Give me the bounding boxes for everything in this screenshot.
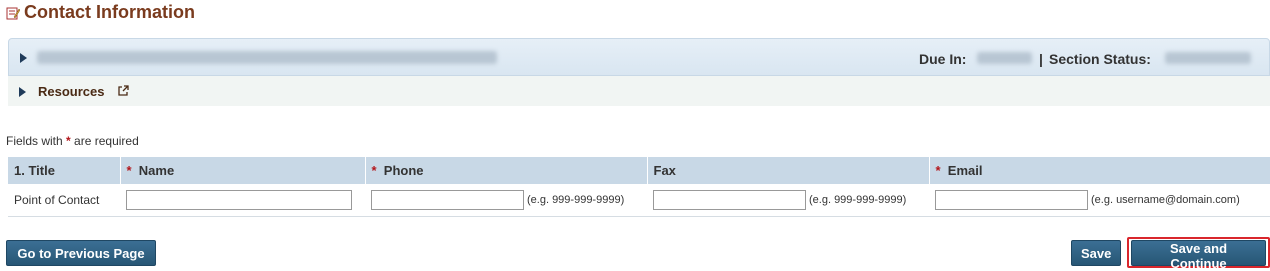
email-hint: (e.g. username@domain.com) xyxy=(1091,193,1240,206)
section-status-label: Section Status: xyxy=(1049,51,1151,67)
column-header-fax: Fax xyxy=(647,157,930,184)
fax-cell: (e.g. 999-999-9999) xyxy=(647,184,929,217)
redacted-organization-name xyxy=(37,51,497,64)
page-title: Contact Information xyxy=(6,2,195,23)
organization-info-bar[interactable]: Due In: | Section Status: xyxy=(8,38,1270,76)
page-title-text: Contact Information xyxy=(24,2,195,22)
fax-hint: (e.g. 999-999-9999) xyxy=(809,193,907,206)
column-header-label: 1. Title xyxy=(14,163,55,178)
column-header-label: Email xyxy=(947,163,983,178)
email-cell: (e.g. username@domain.com) xyxy=(929,184,1270,217)
column-header-label: Phone xyxy=(383,163,424,178)
column-header-name: * Name xyxy=(120,157,366,184)
table-row: Point of Contact (e.g. 999-999-9999) (e.… xyxy=(8,184,1270,217)
expand-triangle-icon[interactable] xyxy=(20,53,27,63)
required-star-icon: * xyxy=(126,163,132,178)
external-link-icon[interactable] xyxy=(118,85,129,96)
resources-section[interactable]: Resources xyxy=(8,76,1270,106)
required-star-icon: * xyxy=(66,134,71,148)
column-header-title: 1. Title xyxy=(8,157,121,184)
required-note-suffix: are required xyxy=(74,134,139,148)
save-continue-highlight: Save and Continue xyxy=(1127,237,1270,271)
row-title: Point of Contact xyxy=(14,192,100,207)
fax-input[interactable] xyxy=(653,189,806,210)
required-note-prefix: Fields with xyxy=(6,134,63,148)
save-and-continue-button[interactable]: Save and Continue xyxy=(1131,240,1266,271)
column-header-label: Name xyxy=(138,163,175,178)
name-input[interactable] xyxy=(126,189,352,210)
phone-cell: (e.g. 999-999-9999) xyxy=(365,184,647,217)
required-star-icon: * xyxy=(935,163,941,178)
previous-page-button[interactable]: Go to Previous Page xyxy=(6,240,156,266)
save-button[interactable]: Save xyxy=(1071,240,1121,266)
row-title-cell: Point of Contact xyxy=(8,184,120,217)
required-fields-note: Fields with * are required xyxy=(6,134,139,148)
resources-label[interactable]: Resources xyxy=(38,84,104,99)
edit-document-icon xyxy=(6,7,20,19)
column-header-phone: * Phone xyxy=(365,157,648,184)
contact-form-table: 1. Title * Name * Phone Fax * Email Poin… xyxy=(8,157,1270,217)
table-header-row: 1. Title * Name * Phone Fax * Email xyxy=(8,157,1270,184)
info-separator: | xyxy=(1039,51,1043,67)
due-in-label: Due In: xyxy=(919,51,967,67)
expand-triangle-icon[interactable] xyxy=(19,87,26,97)
email-input[interactable] xyxy=(935,189,1088,210)
column-header-email: * Email xyxy=(929,157,1270,184)
name-cell xyxy=(120,184,365,217)
required-star-icon: * xyxy=(371,163,377,178)
redacted-status-value xyxy=(1165,52,1251,64)
phone-input[interactable] xyxy=(371,189,524,210)
redacted-due-value xyxy=(977,52,1032,64)
column-header-label: Fax xyxy=(653,163,676,178)
phone-hint: (e.g. 999-999-9999) xyxy=(527,193,625,206)
